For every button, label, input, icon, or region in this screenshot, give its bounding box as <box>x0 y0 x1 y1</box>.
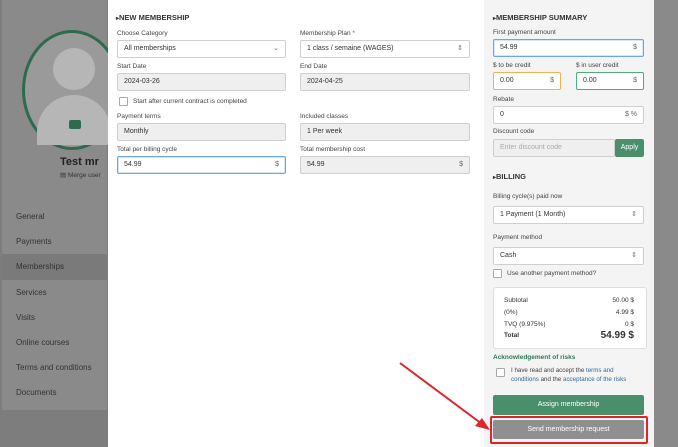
tax1-row: (0%) 4.99 $ <box>504 309 634 316</box>
billing-cycles-value: 1 Payment (1 Month) <box>500 211 566 218</box>
end-date-field[interactable]: 2024-04-25 <box>300 73 470 91</box>
total-cost-value: 54.99 <box>307 161 325 168</box>
first-payment-value: 54.99 <box>500 44 518 51</box>
in-user-credit-input[interactable]: 0.00 $ <box>576 72 644 90</box>
assign-membership-button[interactable]: Assign membership <box>493 395 644 415</box>
total-label: Total <box>504 332 520 339</box>
sort-arrows-icon: ⇕ <box>457 45 463 52</box>
discount-input[interactable]: Enter discount code <box>493 139 615 157</box>
nav-item-memberships[interactable]: Memberships <box>2 254 107 280</box>
profile-nav: General Payments Memberships Services Vi… <box>2 204 107 406</box>
in-user-credit-label: $ in user credit <box>576 62 619 69</box>
acknowledgement-text: I have read and accept the terms and con… <box>511 367 641 384</box>
new-membership-title: NEW MEMBERSHIP <box>116 13 189 22</box>
sort-arrows-icon: ⇕ <box>631 252 637 259</box>
total-cost-label: Total membership cost <box>300 146 366 153</box>
apply-button[interactable]: Apply <box>615 139 644 157</box>
to-be-credit-value: 0.00 <box>500 77 514 84</box>
total-value: 54.99 $ <box>600 330 634 341</box>
required-marker: * <box>352 30 355 37</box>
nav-item-general[interactable]: General <box>2 204 107 229</box>
nav-item-terms[interactable]: Terms and conditions <box>2 355 107 380</box>
rebate-label: Rebate <box>493 96 514 103</box>
user-name: Test mr <box>60 156 99 168</box>
membership-plan-select[interactable]: 1 class / semaine (WAGES) ⇕ <box>300 40 470 58</box>
send-membership-request-button[interactable]: Send membership request <box>493 420 644 439</box>
included-classes-label: Included classes <box>300 113 349 120</box>
rebate-suffix[interactable]: $ % <box>625 107 637 123</box>
start-after-label: Start after current contract is complete… <box>133 98 247 105</box>
membership-plan-label-text: Membership Plan <box>300 30 351 37</box>
payment-method-label: Payment method <box>493 234 543 241</box>
to-be-credit-input[interactable]: 0.00 $ <box>493 72 561 90</box>
to-be-credit-label: $ to be credit <box>493 62 531 69</box>
currency-suffix: $ <box>633 77 637 84</box>
nav-item-visits[interactable]: Visits <box>2 305 107 330</box>
merge-icon: ▤ <box>60 172 68 179</box>
currency-suffix: $ <box>275 161 279 168</box>
total-row: Total 54.99 $ <box>504 330 634 341</box>
currency-suffix: $ <box>633 44 637 51</box>
subtotal-row: Subtotal 50.00 $ <box>504 297 634 304</box>
total-per-cycle-input[interactable]: 54.99 $ <box>117 156 286 174</box>
payment-terms-label: Payment terms <box>117 113 161 120</box>
acknowledgement-title: Acknowledgement of risks <box>493 354 576 361</box>
rebate-value: 0 <box>500 111 504 118</box>
payment-method-value: Cash <box>500 252 517 259</box>
start-date-field[interactable]: 2024-03-26 <box>117 73 286 91</box>
billing-title: BILLING <box>493 172 526 181</box>
choose-category-label: Choose Category <box>117 30 168 37</box>
choose-category-select[interactable]: All memberships ⌄ <box>117 40 286 58</box>
first-payment-input[interactable]: 54.99 $ <box>493 39 644 57</box>
totals-box: Subtotal 50.00 $ (0%) 4.99 $ TVQ (9.975%) 0… <box>493 287 647 349</box>
tax2-value: 0 $ <box>624 321 634 328</box>
background-right-strip <box>652 0 678 447</box>
tax2-row: TVQ (9.975%) 0 $ <box>504 321 634 328</box>
ack-text-1: I have read and accept the <box>511 367 585 374</box>
billing-cycles-select[interactable]: 1 Payment (1 Month) ⇕ <box>493 206 644 224</box>
another-method-checkbox[interactable] <box>493 269 502 278</box>
nav-item-services[interactable]: Services <box>2 280 107 305</box>
choose-category-value: All memberships <box>124 45 176 52</box>
avatar-head-shape <box>53 48 95 90</box>
rebate-input[interactable]: 0 $ % <box>493 106 644 124</box>
new-membership-modal: NEW MEMBERSHIP Choose Category All membe… <box>108 0 654 447</box>
currency-suffix: $ <box>459 161 463 168</box>
tax1-label: (0%) <box>504 309 518 316</box>
start-after-checkbox[interactable] <box>119 97 128 106</box>
nav-item-payments[interactable]: Payments <box>2 229 107 254</box>
billing-cycles-label: Billing cycle(s) paid now <box>493 193 563 200</box>
tax2-label: TVQ (9.975%) <box>504 321 546 328</box>
currency-suffix: $ <box>550 77 554 84</box>
ack-text-2: and the <box>540 375 562 383</box>
in-user-credit-value: 0.00 <box>583 77 597 84</box>
membership-plan-value: 1 class / semaine (WAGES) <box>307 45 394 52</box>
tax1-value: 4.99 $ <box>615 309 634 316</box>
end-date-label: End Date <box>300 63 328 70</box>
start-date-label: Start Date <box>117 63 147 70</box>
nav-item-online-courses[interactable]: Online courses <box>2 330 107 355</box>
subtotal-value: 50.00 $ <box>612 297 634 304</box>
payment-method-select[interactable]: Cash ⇕ <box>493 247 644 265</box>
first-payment-label: First payment amount <box>493 29 556 36</box>
total-cost-field[interactable]: 54.99 $ <box>300 156 470 174</box>
merge-user-label: Merge user <box>67 172 101 179</box>
payment-terms-field[interactable]: Monthly <box>117 123 286 141</box>
camera-icon[interactable] <box>69 120 81 129</box>
chevron-down-icon: ⌄ <box>273 45 279 52</box>
membership-summary-title: MEMBERSHIP SUMMARY <box>493 13 587 22</box>
sort-arrows-icon: ⇕ <box>631 211 637 218</box>
membership-plan-label: Membership Plan * <box>300 30 355 37</box>
risks-link[interactable]: acceptance of the risks <box>563 376 626 383</box>
total-per-cycle-value: 54.99 <box>124 161 142 168</box>
included-classes-field[interactable]: 1 Per week <box>300 123 470 141</box>
another-method-label: Use another payment method? <box>507 270 597 277</box>
subtotal-label: Subtotal <box>504 297 528 304</box>
acknowledge-checkbox[interactable] <box>496 368 505 377</box>
avatar <box>22 30 122 150</box>
merge-user-link[interactable]: ▤ Merge user <box>60 171 101 179</box>
discount-label: Discount code <box>493 128 535 135</box>
nav-item-documents[interactable]: Documents <box>2 380 107 405</box>
total-per-cycle-label: Total per billing cycle <box>117 146 177 153</box>
